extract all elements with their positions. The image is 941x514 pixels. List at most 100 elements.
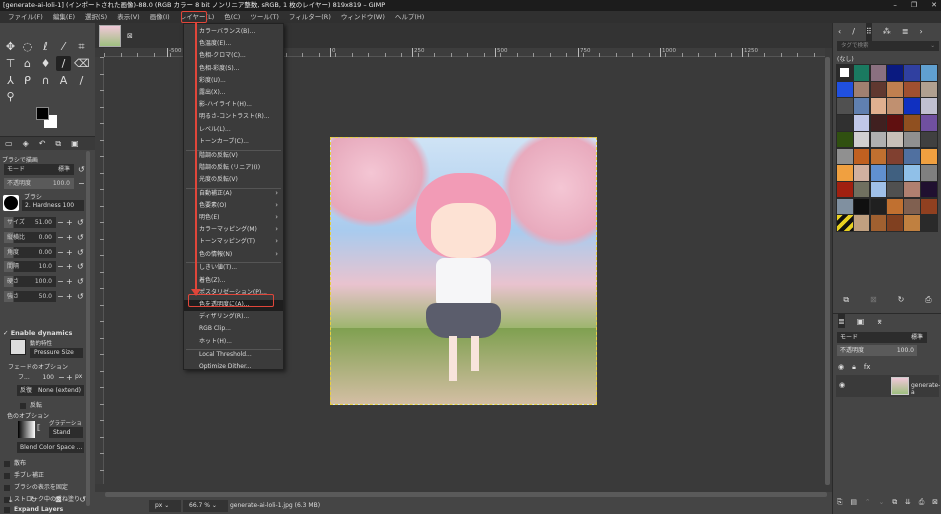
pattern-swatch[interactable] xyxy=(870,65,887,81)
images-tab-icon[interactable]: ⧉ xyxy=(55,137,61,150)
brush-preview[interactable] xyxy=(3,195,19,211)
tag-search-input[interactable]: タグで検索 ⌄ xyxy=(837,41,939,51)
menu-item[interactable]: 光度の反転(V) xyxy=(184,175,283,186)
vertical-scrollbar[interactable] xyxy=(825,57,830,485)
plus-icon[interactable]: + xyxy=(66,372,73,383)
pattern-swatch[interactable] xyxy=(853,215,870,231)
tool-options-scrollbar[interactable] xyxy=(86,151,90,506)
brush-name[interactable]: 2. Hardness 100 xyxy=(22,200,84,211)
paths-icon[interactable]: ∩ xyxy=(38,73,53,88)
menu-item[interactable]: 階調の反転 (リニア)(I) xyxy=(184,163,283,174)
slider-4[interactable]: 硬さ 100.0 xyxy=(4,276,56,288)
pattern-swatch[interactable] xyxy=(921,65,937,81)
minus-icon[interactable]: − xyxy=(57,247,64,258)
pattern-swatch[interactable] xyxy=(853,65,870,81)
blend-color-space-select[interactable]: Blend Color Space ... xyxy=(17,442,84,453)
pattern-swatch[interactable] xyxy=(887,198,903,215)
tab-menu-icon[interactable]: ▣ xyxy=(71,137,79,150)
pattern-swatch[interactable] xyxy=(921,148,937,164)
pattern-swatch[interactable] xyxy=(837,215,853,231)
delete-layer-icon[interactable]: ⊠ xyxy=(932,498,938,512)
layer-visibility-icon[interactable]: ◉ xyxy=(839,381,845,389)
transform-icon[interactable]: ⊤ xyxy=(3,56,18,71)
pattern-swatch[interactable] xyxy=(870,148,887,164)
reverse-checkbox[interactable]: 反転 xyxy=(20,400,42,409)
menu-10[interactable]: ヘルプ(H) xyxy=(390,11,429,23)
reset-icon[interactable]: ↺ xyxy=(77,217,84,228)
delete-preset-icon[interactable]: ⊠ xyxy=(55,495,62,509)
menu-9[interactable]: ウィンドウ(W) xyxy=(336,11,390,23)
menu-item[interactable]: 色相-クロマ(C)... xyxy=(184,51,283,62)
device-status-tab-icon[interactable]: ◈ xyxy=(23,137,29,150)
raise-layer-icon[interactable]: ⌃ xyxy=(865,498,871,512)
restore-preset-icon[interactable]: ↻ xyxy=(30,495,37,509)
pattern-swatch[interactable] xyxy=(837,131,853,148)
layer-row[interactable]: ◉ generate-a xyxy=(836,375,940,397)
merge-layer-icon[interactable]: ⇊ xyxy=(905,498,911,512)
pattern-swatch[interactable] xyxy=(887,215,903,231)
menu-item[interactable]: カラーマッピング(M) › xyxy=(184,225,283,236)
menu-0[interactable]: ファイル(F) xyxy=(3,11,48,23)
menu-item[interactable]: 明色(E) › xyxy=(184,213,283,224)
ellipse-select-icon[interactable]: ◌ xyxy=(20,39,35,54)
open-pattern-icon[interactable]: ⎙ xyxy=(925,295,931,309)
menu-item[interactable]: 露出(X)... xyxy=(184,88,283,99)
pattern-swatch[interactable] xyxy=(904,165,920,181)
menu-item[interactable]: RGB Clip... xyxy=(184,324,283,335)
pattern-swatch[interactable] xyxy=(870,181,887,198)
menu-item[interactable]: 彩度(U)... xyxy=(184,76,283,87)
minus-icon[interactable]: − xyxy=(57,217,64,228)
document-history-tab-icon[interactable]: ≣ xyxy=(902,23,909,41)
foreground-color-swatch[interactable] xyxy=(36,107,49,120)
pattern-swatch[interactable] xyxy=(837,198,853,215)
unit-select[interactable]: px ⌄ xyxy=(149,500,181,512)
canvas-image[interactable] xyxy=(330,137,597,405)
brushes-tab-icon[interactable]: / xyxy=(852,23,855,41)
pattern-swatch[interactable] xyxy=(904,148,920,164)
move-tool-icon[interactable]: ✥ xyxy=(3,39,18,54)
text-icon[interactable]: A xyxy=(56,73,71,88)
layer-mode-select[interactable]: モード 標準 xyxy=(837,332,927,343)
pattern-swatch[interactable] xyxy=(904,215,920,231)
chevron-left-icon[interactable]: ‹ xyxy=(838,23,841,41)
fonts-tab-icon[interactable]: ⁂ xyxy=(883,23,891,41)
paintbrush-icon[interactable]: / xyxy=(56,56,71,71)
undo-history-tab-icon[interactable]: ↶ xyxy=(39,137,46,150)
pattern-swatch[interactable] xyxy=(840,68,849,77)
pattern-swatch[interactable] xyxy=(853,98,870,114)
clone-icon[interactable]: ⅄ xyxy=(3,73,18,88)
pattern-swatch[interactable] xyxy=(853,115,870,131)
image-tab-thumbnail[interactable] xyxy=(99,25,121,47)
slider-3[interactable]: 間隔 10.0 xyxy=(4,261,56,273)
gradient-repeat-select[interactable]: Stand xyxy=(49,427,83,438)
pattern-swatch[interactable] xyxy=(837,181,853,198)
eraser-icon[interactable]: ⌫ xyxy=(74,56,90,71)
minus-icon[interactable]: − xyxy=(57,261,64,272)
slider-5[interactable]: 強さ 50.0 xyxy=(4,291,56,302)
plus-icon[interactable]: + xyxy=(66,276,73,287)
paths-tab-icon[interactable]: ⌆ xyxy=(876,314,883,328)
pattern-swatch[interactable] xyxy=(921,131,937,148)
layer-mask-icon[interactable]: ⎙ xyxy=(919,498,925,512)
menu-item[interactable]: 自動補正(A) › xyxy=(184,189,283,200)
pattern-swatch[interactable] xyxy=(887,148,903,164)
plus-icon[interactable]: + xyxy=(66,232,73,243)
slider-2[interactable]: 角度 0.00 xyxy=(4,246,56,258)
menu-item[interactable]: レベル(L)... xyxy=(184,125,283,136)
pattern-swatch[interactable] xyxy=(853,131,870,148)
pattern-swatch[interactable] xyxy=(904,65,920,81)
pattern-swatch[interactable] xyxy=(887,98,903,114)
pattern-swatch[interactable] xyxy=(870,115,887,131)
pattern-swatch[interactable] xyxy=(887,81,903,98)
lock-icon[interactable]: 🔒︎ xyxy=(852,363,856,372)
plus-icon[interactable]: + xyxy=(66,261,73,272)
pattern-swatch[interactable] xyxy=(887,65,903,81)
pattern-swatch[interactable] xyxy=(904,81,920,98)
gradient-preview[interactable] xyxy=(18,421,35,438)
pattern-swatch[interactable] xyxy=(870,98,887,114)
smudge-icon[interactable]: ᑭ xyxy=(20,73,35,88)
pattern-swatch[interactable] xyxy=(853,148,870,164)
menu-item[interactable]: 着色(Z)... xyxy=(184,276,283,287)
slider-0[interactable]: サイズ 51.00 xyxy=(4,217,56,228)
menu-item[interactable]: Local Threshold... xyxy=(184,350,283,361)
